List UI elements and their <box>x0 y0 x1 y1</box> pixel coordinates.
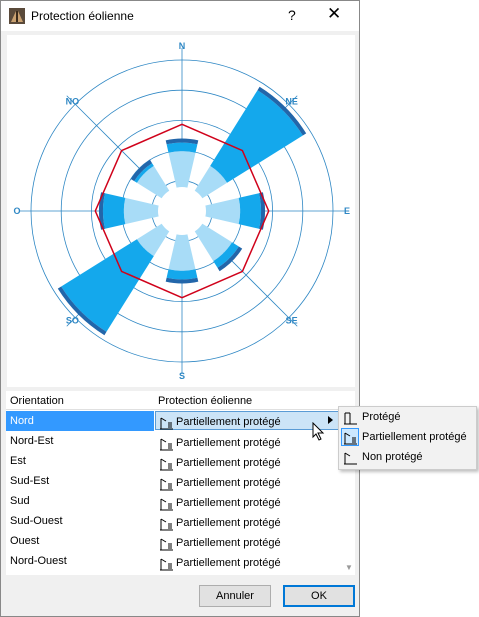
direction-label: SE <box>286 316 298 326</box>
partially-protected-icon <box>160 498 173 511</box>
menu-item-icon-box <box>342 449 358 468</box>
menu-item-icon-box <box>342 409 358 428</box>
partially-protected-icon <box>344 432 357 445</box>
protection-cell[interactable]: Partiellement protégé <box>158 535 281 551</box>
cancel-button[interactable]: Annuler <box>199 585 271 607</box>
menu-item[interactable]: Protégé <box>339 407 476 427</box>
direction-label: E <box>344 206 350 216</box>
protection-cell[interactable]: Partiellement protégé <box>158 475 281 491</box>
menu-item-label: Non protégé <box>362 451 423 463</box>
protection-label: Partiellement protégé <box>176 457 281 469</box>
ok-button[interactable]: OK <box>283 585 355 607</box>
protection-label: Partiellement protégé <box>176 557 281 569</box>
protection-cell[interactable]: Partiellement protégé <box>158 515 281 531</box>
partially-protected-icon <box>160 478 173 491</box>
partially-protected-icon <box>160 458 173 471</box>
menu-item-label: Partiellement protégé <box>362 431 467 443</box>
direction-label: NE <box>285 96 298 106</box>
protected-icon <box>344 412 357 425</box>
orientation-cell: Sud <box>10 495 30 507</box>
direction-label: O <box>13 206 20 216</box>
table-row[interactable]: Est Partiellement protégé <box>6 451 344 471</box>
mouse-cursor-icon <box>312 422 325 441</box>
direction-label: N <box>179 41 186 51</box>
protection-label: Partiellement protégé <box>176 537 281 549</box>
partially-protected-icon <box>160 518 173 531</box>
orientation-column-header: Orientation <box>10 395 64 407</box>
protection-cell[interactable]: Partiellement protégé <box>158 435 281 451</box>
direction-label: S <box>179 371 185 381</box>
orientation-cell: Sud-Ouest <box>10 515 63 527</box>
protection-label: Partiellement protégé <box>176 416 281 428</box>
table-row[interactable]: Nord-Est Partiellement protégé <box>6 431 344 451</box>
menu-item[interactable]: Non protégé <box>339 447 476 467</box>
protection-label: Partiellement protégé <box>176 497 281 509</box>
table-row[interactable]: Sud-Ouest Partiellement protégé <box>6 511 344 531</box>
submenu-arrow-icon[interactable] <box>328 416 333 424</box>
partially-protected-icon <box>160 558 173 571</box>
menu-item-label: Protégé <box>362 411 401 423</box>
protection-cell[interactable]: Partiellement protégé <box>158 555 281 571</box>
title-bar: Protection éolienne ? ✕ <box>1 1 359 31</box>
unprotected-icon <box>344 452 357 465</box>
orientation-cell: Nord-Est <box>10 435 54 447</box>
table-row[interactable]: Ouest Partiellement protégé <box>6 531 344 551</box>
orientation-cell: Sud-Est <box>10 475 50 487</box>
window-title: Protection éolienne <box>31 9 134 23</box>
table-row[interactable]: Sud-Est Partiellement protégé <box>6 471 344 491</box>
center-hole <box>158 187 206 235</box>
menu-item-icon-box <box>341 428 359 446</box>
app-icon <box>9 8 25 24</box>
direction-label: NO <box>66 96 80 106</box>
wind-rose-chart: N NE E SE S SO O NO <box>7 35 355 387</box>
protection-label: Partiellement protégé <box>176 477 281 489</box>
orientation-cell: Nord-Ouest <box>10 555 67 567</box>
wind-sector-dark <box>102 193 126 229</box>
protection-cell[interactable]: Partiellement protégé <box>158 455 281 471</box>
protection-column-header: Protection éolienne <box>158 395 253 407</box>
menu-item[interactable]: Partiellement protégé <box>339 427 476 447</box>
orientation-cell: Ouest <box>10 535 40 547</box>
partially-protected-icon <box>160 538 173 551</box>
help-button[interactable]: ? <box>288 7 296 23</box>
protection-cell[interactable]: Partiellement protégé <box>158 414 281 430</box>
protection-cell[interactable]: Partiellement protégé <box>158 495 281 511</box>
table-row[interactable]: Nord-Ouest Partiellement protégé <box>6 551 344 571</box>
orientation-cell: Nord <box>10 415 34 427</box>
wind-sector-dark <box>238 193 262 229</box>
protection-label: Partiellement protégé <box>176 517 281 529</box>
partially-protected-icon <box>160 438 173 451</box>
scroll-down-icon[interactable]: ▼ <box>345 563 353 572</box>
table-row[interactable]: Nord Partiellement protégé <box>6 411 344 431</box>
protection-dropdown-menu: Protégé Partiellement protégé Non protégé <box>338 406 477 470</box>
close-button[interactable]: ✕ <box>327 4 341 24</box>
direction-label: SO <box>66 316 79 326</box>
orientation-cell: Est <box>10 455 26 467</box>
header-divider <box>6 409 344 410</box>
protection-label: Partiellement protégé <box>176 437 281 449</box>
partially-protected-icon <box>160 417 173 430</box>
table-row[interactable]: Sud Partiellement protégé <box>6 491 344 511</box>
wind-protection-dialog: Protection éolienne ? ✕ N NE E SE S SO O NO Ori… <box>0 0 360 617</box>
orientation-table: Orientation Protection éolienne Nord Part… <box>6 391 355 575</box>
